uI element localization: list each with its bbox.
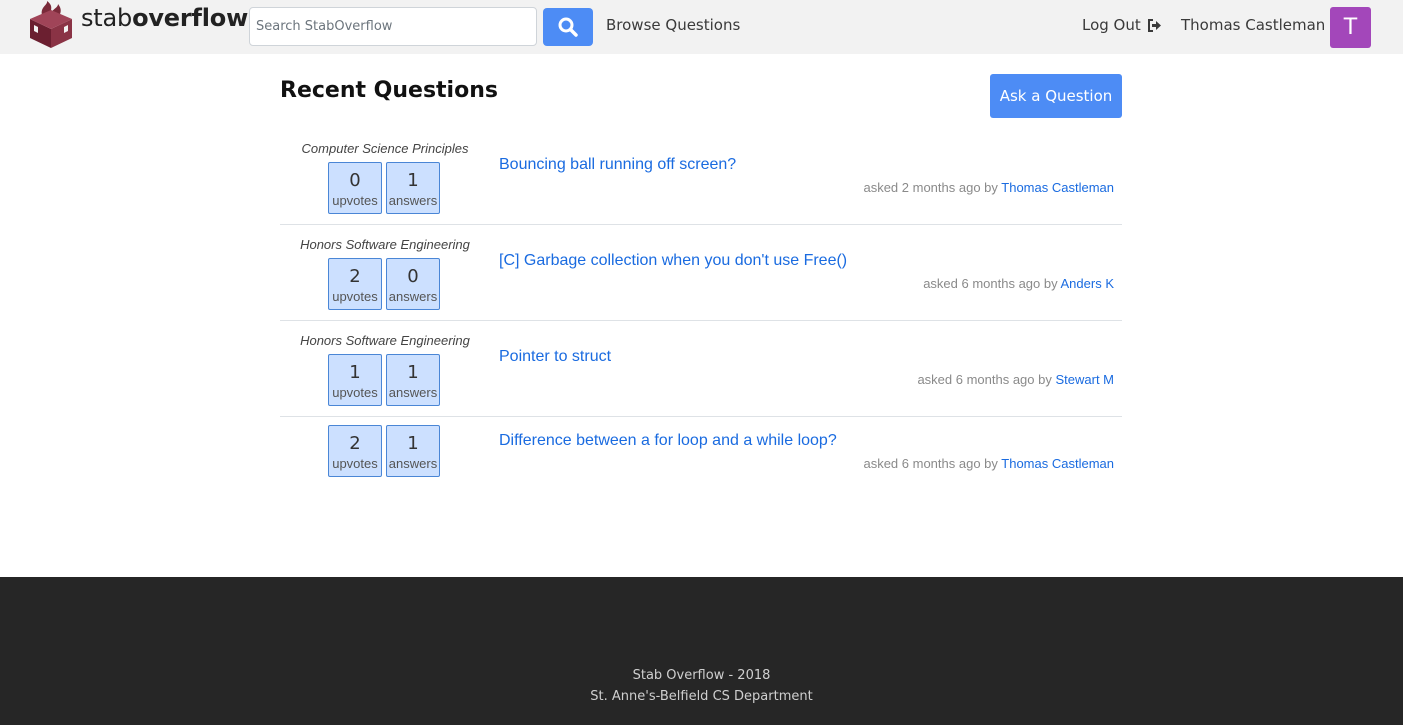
logout-label: Log Out [1082,16,1141,34]
question-item: Computer Science Principles 0 upvotes 1 … [280,129,1122,225]
question-title-link[interactable]: Bouncing ball running off screen? [499,156,736,174]
footer-line-2: St. Anne's-Belfield CS Department [590,689,813,704]
question-title-link[interactable]: Pointer to struct [499,348,611,366]
logo-box-icon [30,1,72,48]
upvotes-label: upvotes [332,385,378,400]
brand-name: staboverflow [81,4,249,32]
upvotes-box: 0 upvotes [328,162,382,214]
footer-line-1: Stab Overflow - 2018 [632,668,771,683]
answers-box: 1 answers [386,425,440,477]
answers-box: 1 answers [386,354,440,406]
author-link[interactable]: Thomas Castleman [1001,180,1114,195]
upvotes-label: upvotes [332,193,378,208]
avatar[interactable]: T [1330,7,1371,48]
asked-text: asked 6 months ago by [863,456,998,471]
question-item: Honors Software Engineering 1 upvotes 1 … [280,321,1122,417]
upvotes-box: 2 upvotes [328,258,382,310]
author-link[interactable]: Thomas Castleman [1001,456,1114,471]
question-title-link[interactable]: [C] Garbage collection when you don't us… [499,252,847,270]
search-icon [558,17,578,37]
question-item: Honors Software Engineering 2 upvotes 0 … [280,225,1122,321]
upvotes-label: upvotes [332,289,378,304]
browse-questions-link[interactable]: Browse Questions [606,16,740,34]
answers-count: 0 [407,266,419,287]
answers-count: 1 [407,170,419,191]
brand-logo[interactable]: staboverflow [28,0,248,50]
question-meta: asked 6 months ago by Anders K [923,276,1114,291]
answers-label: answers [388,193,438,208]
upvotes-box: 1 upvotes [328,354,382,406]
footer: Stab Overflow - 2018 St. Anne's-Belfield… [0,577,1403,725]
answers-label: answers [388,385,438,400]
answers-count: 1 [407,362,419,383]
course-label: Honors Software Engineering [300,237,470,252]
asked-text: asked 6 months ago by [923,276,1058,291]
question-meta: asked 6 months ago by Thomas Castleman [863,456,1114,471]
upvotes-label: upvotes [332,456,378,471]
answers-count: 1 [407,433,419,454]
upvotes-count: 2 [349,266,361,287]
logout-link[interactable]: Log Out [1082,16,1162,34]
question-stats: 2 upvotes 1 answers [328,425,440,477]
sign-out-icon [1147,18,1161,32]
page-title: Recent Questions [280,78,498,103]
search-button[interactable] [543,8,593,46]
answers-box: 0 answers [386,258,440,310]
upvotes-count: 2 [349,433,361,454]
ask-question-button[interactable]: Ask a Question [990,74,1122,118]
asked-text: asked 2 months ago by [863,180,998,195]
course-label: Honors Software Engineering [300,333,470,348]
user-profile-link[interactable]: Thomas Castleman [1181,16,1325,34]
navbar: staboverflow Browse Questions Log Out Th… [0,0,1403,54]
question-meta: asked 2 months ago by Thomas Castleman [863,180,1114,195]
question-meta: asked 6 months ago by Stewart M [917,372,1114,387]
upvotes-box: 2 upvotes [328,425,382,477]
asked-text: asked 6 months ago by [917,372,1052,387]
answers-label: answers [388,289,438,304]
question-item: 2 upvotes 1 answers Difference between a… [280,417,1122,513]
answers-label: answers [388,456,438,471]
author-link[interactable]: Stewart M [1055,372,1114,387]
question-stats: 1 upvotes 1 answers [328,354,440,406]
author-link[interactable]: Anders K [1061,276,1114,291]
course-label: Computer Science Principles [301,141,469,156]
answers-box: 1 answers [386,162,440,214]
question-stats: 2 upvotes 0 answers [328,258,440,310]
upvotes-count: 1 [349,362,361,383]
question-stats: 0 upvotes 1 answers [328,162,440,214]
search-input[interactable] [249,7,537,46]
upvotes-count: 0 [349,170,361,191]
question-title-link[interactable]: Difference between a for loop and a whil… [499,432,837,450]
